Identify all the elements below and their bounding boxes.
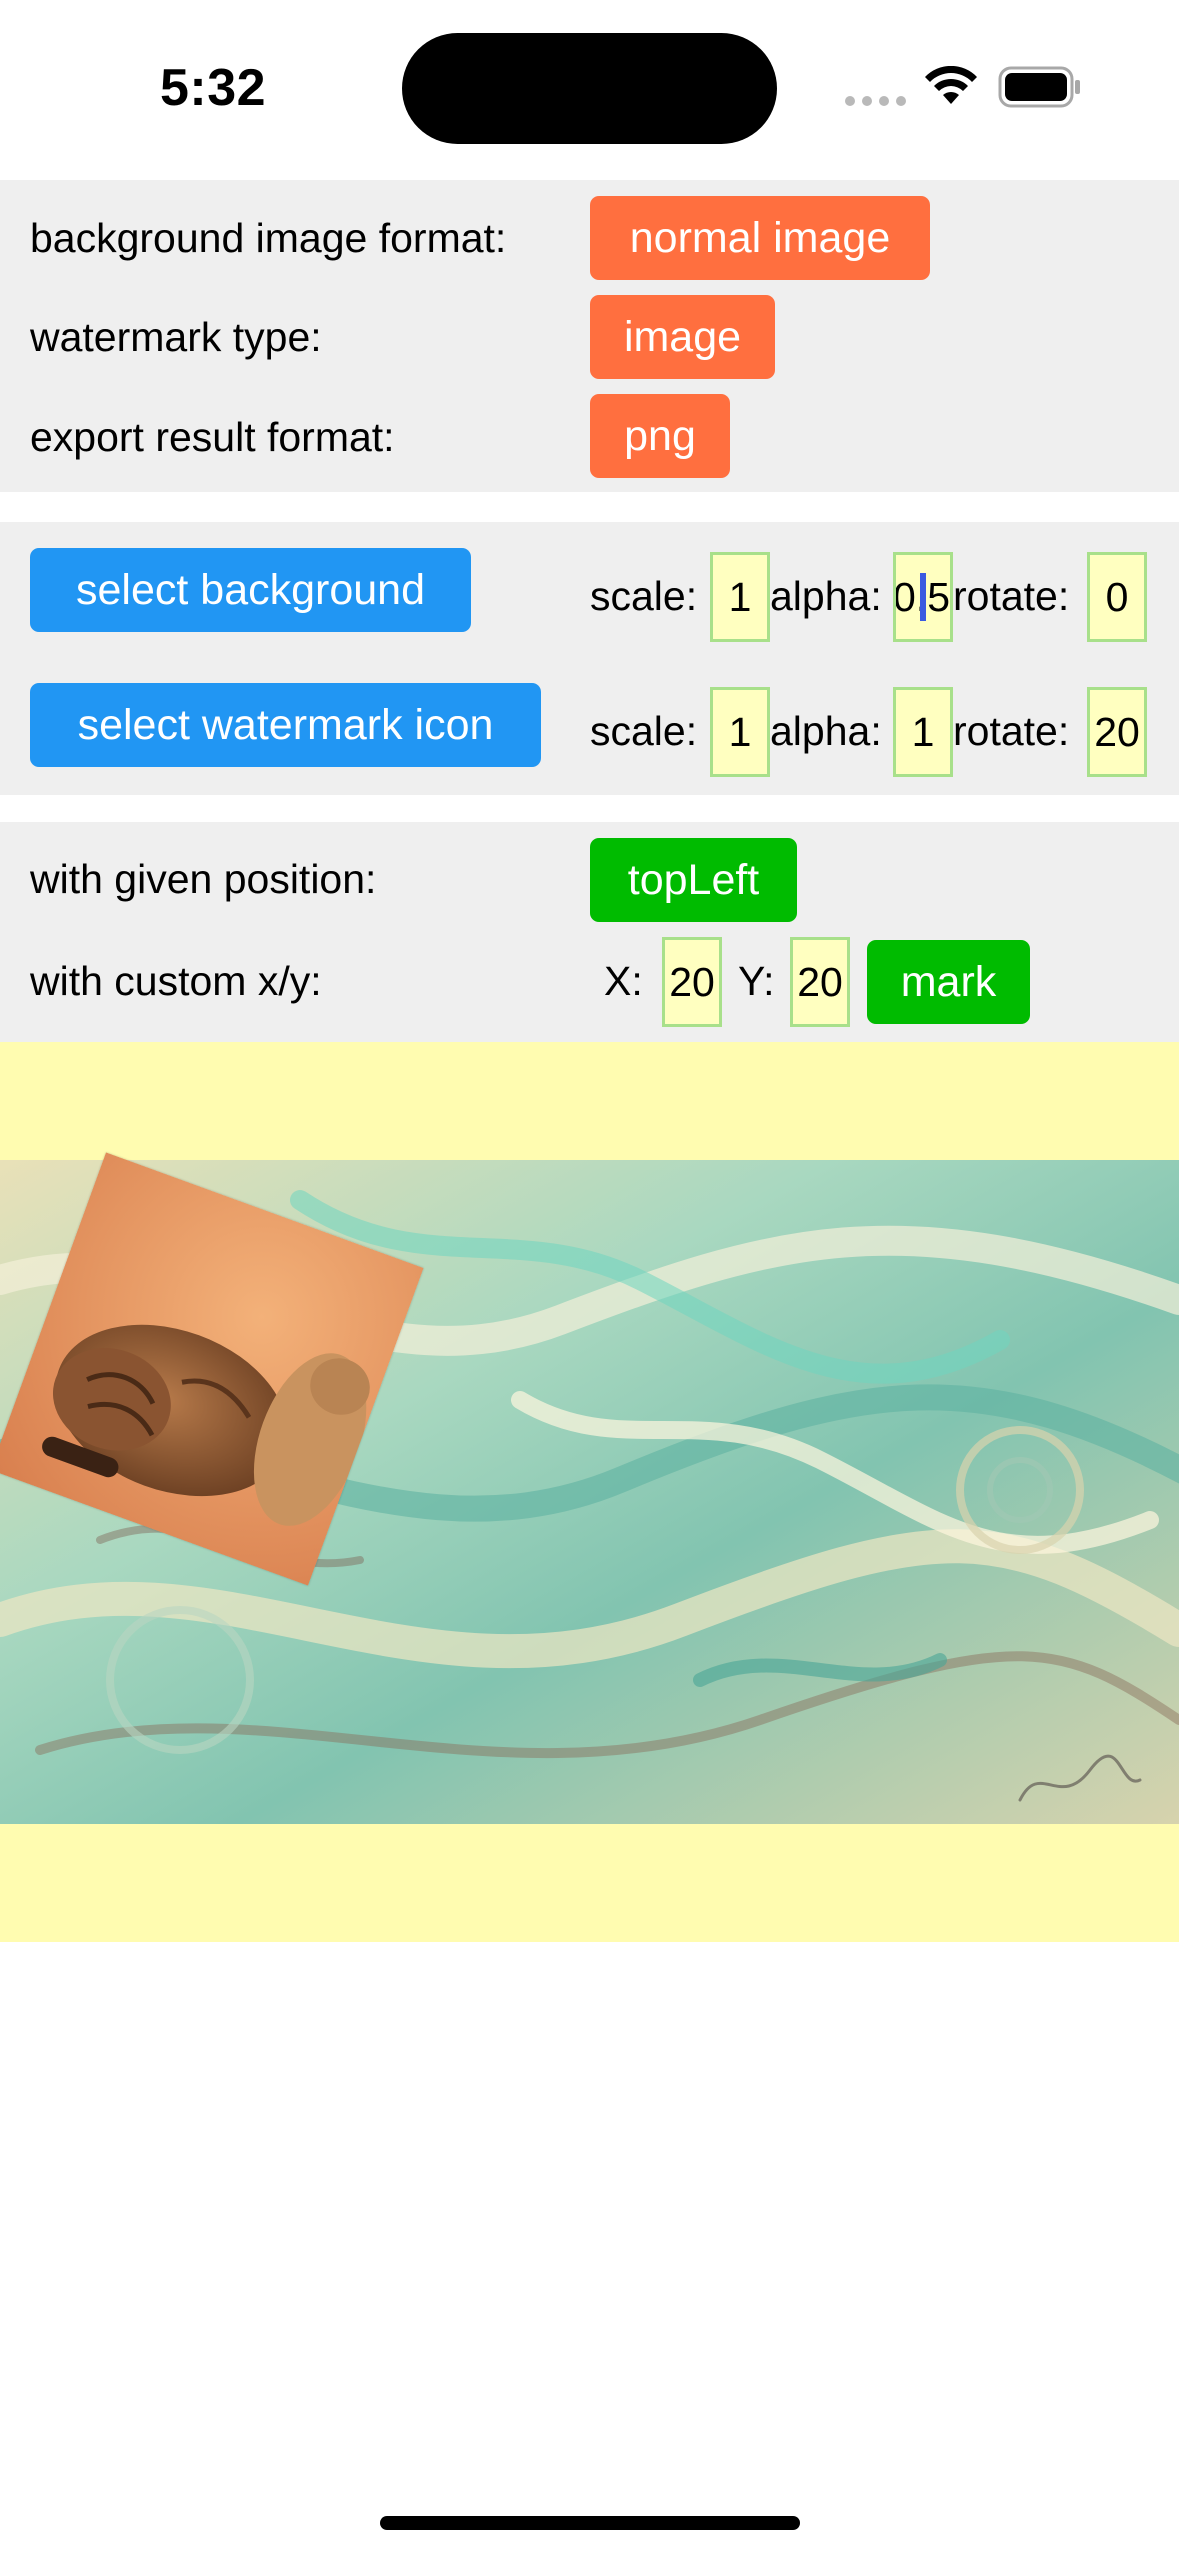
home-indicator	[380, 2516, 800, 2530]
background-alpha-label: alpha:	[770, 573, 882, 619]
cellular-signal-icon	[845, 96, 906, 106]
position-panel: with given position: topLeft with custom…	[0, 822, 1179, 1042]
y-label: Y:	[738, 958, 775, 1004]
given-position-button[interactable]: topLeft	[590, 838, 797, 922]
background-alpha-field[interactable]: 0.5	[893, 552, 953, 642]
battery-icon	[998, 66, 1080, 108]
watermark-type-label: watermark type:	[30, 314, 322, 360]
watermark-rotate-label: rotate:	[953, 708, 1070, 754]
watermark-alpha-label: alpha:	[770, 708, 882, 754]
image-panel: select background scale: 1 alpha: 0.5 ro…	[0, 522, 1179, 795]
background-scale-field[interactable]: 1	[710, 552, 770, 642]
wifi-icon	[925, 66, 977, 104]
background-rotate-field[interactable]: 0	[1087, 552, 1147, 642]
watermark-scale-label: scale:	[590, 708, 698, 754]
format-panel: background image format: normal image wa…	[0, 180, 1179, 492]
mark-button[interactable]: mark	[867, 940, 1030, 1024]
dynamic-island	[402, 33, 777, 144]
watermark-alpha-field[interactable]: 1	[893, 687, 953, 777]
export-format-button[interactable]: png	[590, 394, 730, 478]
given-position-label: with given position:	[30, 856, 377, 902]
export-format-label: export result format:	[30, 414, 395, 460]
x-field[interactable]: 20	[662, 937, 722, 1027]
watermark-scale-field[interactable]: 1	[710, 687, 770, 777]
select-watermark-icon-button[interactable]: select watermark icon	[30, 683, 541, 767]
select-background-button[interactable]: select background	[30, 548, 471, 632]
background-scale-label: scale:	[590, 573, 698, 619]
text-cursor	[920, 573, 926, 621]
status-time: 5:32	[160, 59, 267, 117]
background-format-button[interactable]: normal image	[590, 196, 930, 280]
custom-xy-label: with custom x/y:	[30, 958, 322, 1004]
watermark-rotate-field[interactable]: 20	[1087, 687, 1147, 777]
y-field[interactable]: 20	[790, 937, 850, 1027]
background-format-label: background image format:	[30, 215, 507, 261]
watermark-type-button[interactable]: image	[590, 295, 775, 379]
x-label: X:	[604, 958, 643, 1004]
background-rotate-label: rotate:	[953, 573, 1070, 619]
